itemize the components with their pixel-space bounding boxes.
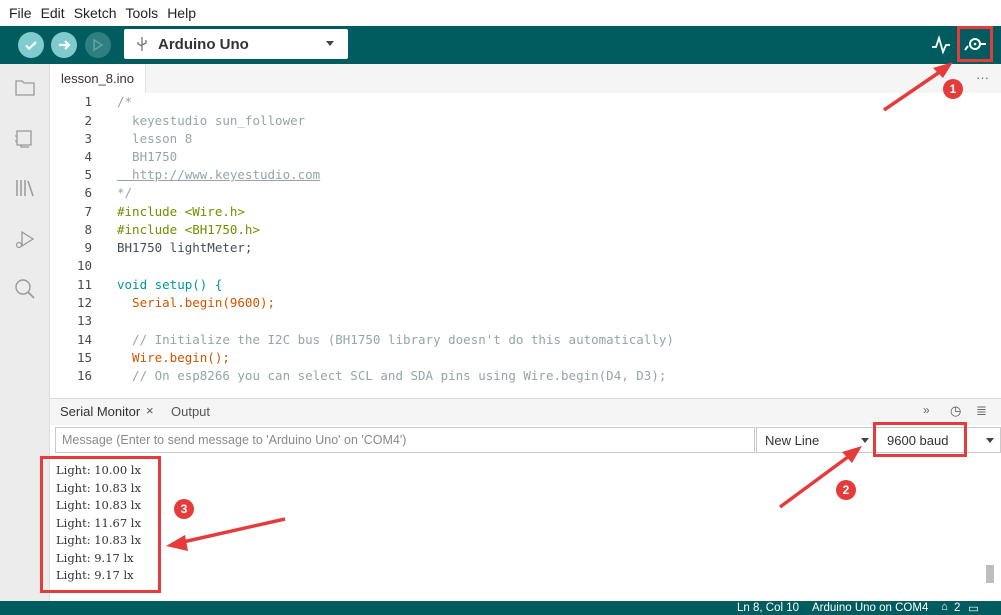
annotation-badge-3: 3 <box>174 499 194 519</box>
annotation-badge-2: 2 <box>836 480 856 500</box>
annotation-arrows <box>166 62 953 551</box>
annotation-badge-1: 1 <box>943 79 963 99</box>
